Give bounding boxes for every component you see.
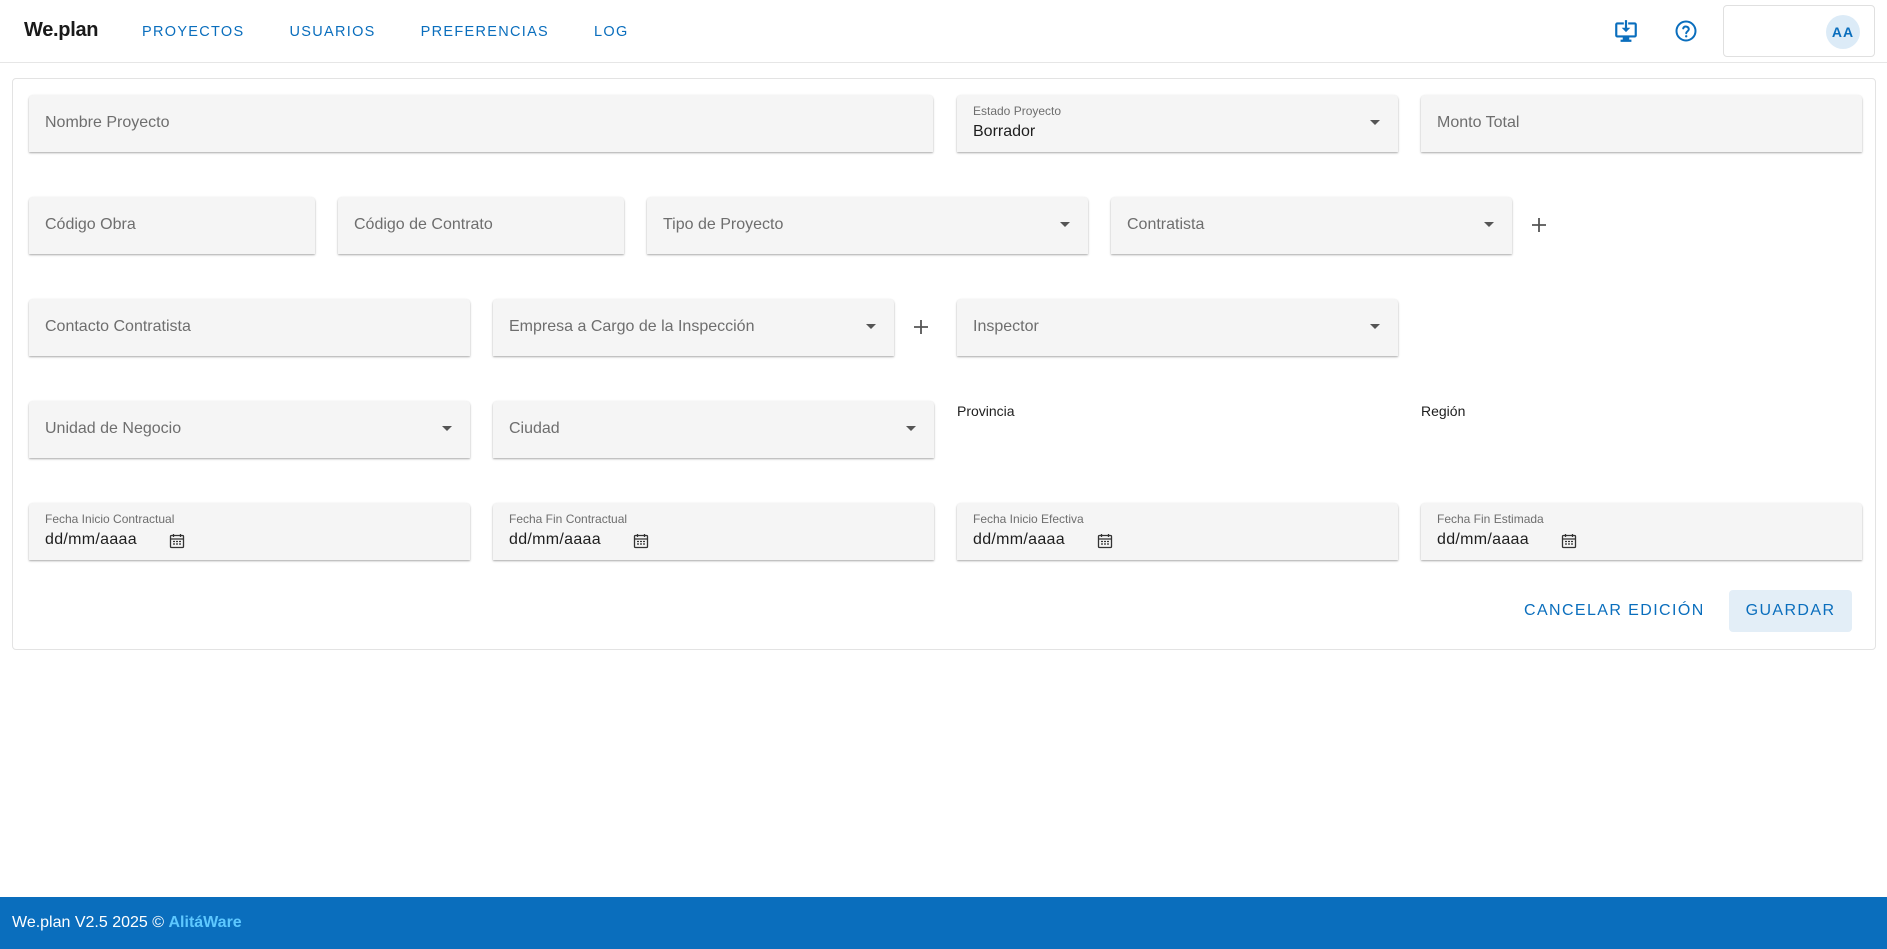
project-form-card: Nombre Proyecto Estado Proyecto Borrador…: [12, 78, 1876, 650]
fecha-fin-contractual-field[interactable]: Fecha Fin Contractual dd/mm/aaaa: [493, 503, 934, 560]
footer: We.plan V2.5 2025 © AlitáWare: [0, 897, 1887, 949]
main-nav: PROYECTOS USUARIOS PREFERENCIAS LOG: [126, 0, 658, 63]
fecha-inicio-contractual-field[interactable]: Fecha Inicio Contractual dd/mm/aaaa: [29, 503, 470, 560]
fecha-inicio-efectiva-label: Fecha Inicio Efectiva: [973, 512, 1084, 526]
inspector-placeholder: Inspector: [973, 318, 1039, 335]
footer-text: We.plan V2.5 2025 ©: [12, 914, 165, 931]
contacto-contratista-placeholder: Contacto Contratista: [45, 318, 191, 335]
fecha-fin-contractual-value: dd/mm/aaaa: [509, 531, 601, 548]
chevron-down-icon: [1060, 222, 1070, 227]
chevron-down-icon: [1484, 222, 1494, 227]
codigo-contrato-field[interactable]: Código de Contrato: [338, 197, 624, 254]
calendar-icon[interactable]: [633, 533, 649, 549]
nav-item-log[interactable]: LOG: [578, 12, 645, 52]
chevron-down-icon: [1370, 120, 1380, 125]
calendar-icon[interactable]: [169, 533, 185, 549]
download-to-desktop-icon[interactable]: [1611, 16, 1641, 46]
fecha-inicio-contractual-value: dd/mm/aaaa: [45, 531, 137, 548]
calendar-icon[interactable]: [1561, 533, 1577, 549]
ciudad-select[interactable]: Ciudad: [493, 401, 934, 458]
fecha-fin-estimada-label: Fecha Fin Estimada: [1437, 512, 1544, 526]
chevron-down-icon: [906, 426, 916, 431]
chevron-down-icon: [1370, 324, 1380, 329]
fecha-inicio-contractual-label: Fecha Inicio Contractual: [45, 512, 175, 526]
user-menu[interactable]: AA: [1723, 5, 1875, 57]
tipo-proyecto-select[interactable]: Tipo de Proyecto: [647, 197, 1088, 254]
region-label: Región: [1421, 403, 1466, 419]
codigo-contrato-placeholder: Código de Contrato: [354, 216, 493, 233]
nombre-proyecto-field[interactable]: Nombre Proyecto: [29, 95, 933, 152]
fecha-inicio-efectiva-value: dd/mm/aaaa: [973, 531, 1065, 548]
cancel-edit-button[interactable]: CANCELAR EDICIÓN: [1510, 590, 1719, 632]
estado-proyecto-value: Borrador: [973, 123, 1036, 140]
unidad-negocio-placeholder: Unidad de Negocio: [45, 420, 182, 437]
estado-proyecto-select[interactable]: Estado Proyecto Borrador: [957, 95, 1398, 152]
chevron-down-icon: [866, 324, 876, 329]
fecha-fin-estimada-value: dd/mm/aaaa: [1437, 531, 1529, 548]
monto-total-field[interactable]: Monto Total: [1421, 95, 1862, 152]
provincia-label: Provincia: [957, 403, 1015, 419]
add-contratista-icon[interactable]: [1527, 213, 1551, 237]
empresa-inspeccion-placeholder: Empresa a Cargo de la Inspección: [509, 318, 755, 335]
empresa-inspeccion-select[interactable]: Empresa a Cargo de la Inspección: [493, 299, 894, 356]
fecha-fin-contractual-label: Fecha Fin Contractual: [509, 512, 628, 526]
tipo-proyecto-placeholder: Tipo de Proyecto: [663, 216, 784, 233]
codigo-obra-placeholder: Código Obra: [45, 216, 136, 233]
contacto-contratista-field[interactable]: Contacto Contratista: [29, 299, 470, 356]
fecha-fin-estimada-field[interactable]: Fecha Fin Estimada dd/mm/aaaa: [1421, 503, 1862, 560]
nav-item-proyectos[interactable]: PROYECTOS: [126, 12, 260, 52]
calendar-icon[interactable]: [1097, 533, 1113, 549]
nav-item-usuarios[interactable]: USUARIOS: [273, 12, 391, 52]
chevron-down-icon: [442, 426, 452, 431]
top-navbar: We.plan PROYECTOS USUARIOS PREFERENCIAS …: [0, 0, 1887, 63]
contratista-select[interactable]: Contratista: [1111, 197, 1512, 254]
contratista-placeholder: Contratista: [1127, 216, 1205, 233]
help-circle-icon[interactable]: [1671, 16, 1701, 46]
add-empresa-icon[interactable]: [909, 315, 933, 339]
nav-item-preferencias[interactable]: PREFERENCIAS: [405, 12, 565, 52]
estado-proyecto-label: Estado Proyecto: [973, 104, 1062, 118]
app-logo[interactable]: We.plan: [24, 19, 99, 42]
unidad-negocio-select[interactable]: Unidad de Negocio: [29, 401, 470, 458]
ciudad-placeholder: Ciudad: [509, 420, 560, 437]
footer-brand-link[interactable]: AlitáWare: [169, 914, 242, 931]
avatar[interactable]: AA: [1826, 15, 1860, 49]
save-button[interactable]: GUARDAR: [1729, 590, 1852, 632]
nombre-proyecto-placeholder: Nombre Proyecto: [45, 114, 170, 131]
monto-total-placeholder: Monto Total: [1437, 114, 1520, 131]
codigo-obra-field[interactable]: Código Obra: [29, 197, 315, 254]
fecha-inicio-efectiva-field[interactable]: Fecha Inicio Efectiva dd/mm/aaaa: [957, 503, 1398, 560]
inspector-select[interactable]: Inspector: [957, 299, 1398, 356]
